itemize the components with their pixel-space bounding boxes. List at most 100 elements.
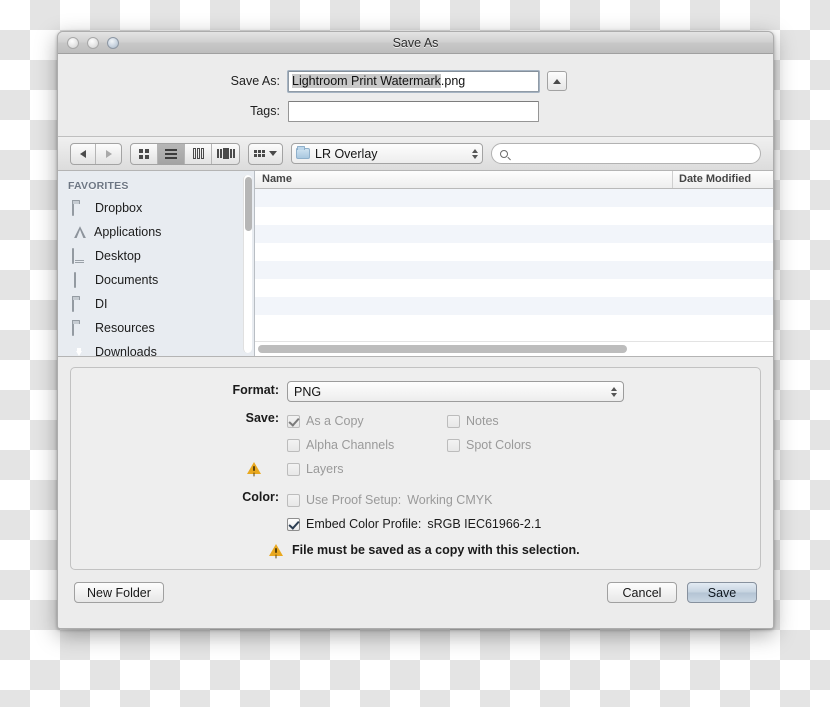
column-header-name[interactable]: Name xyxy=(255,171,673,188)
checkbox-label: As a Copy xyxy=(306,414,364,428)
stepper-arrows-icon xyxy=(611,386,617,397)
checkbox-label: Notes xyxy=(466,414,499,428)
location-popup-button[interactable]: LR Overlay xyxy=(291,143,483,164)
filename-extension-text: .png xyxy=(440,74,466,88)
arrange-grid-icon xyxy=(254,150,265,157)
coverflow-view-button[interactable] xyxy=(212,144,239,164)
file-list-horizontal-scrollbar[interactable] xyxy=(255,341,773,356)
columns-icon xyxy=(192,148,204,159)
checkbox-spot-colors[interactable]: Spot Colors xyxy=(447,433,607,457)
sidebar-item-resources[interactable]: Resources xyxy=(58,316,254,340)
checkbox-box xyxy=(447,438,460,452)
location-label: LR Overlay xyxy=(315,146,378,161)
file-list-scrollbar-thumb[interactable] xyxy=(258,345,627,353)
folder-icon xyxy=(72,200,88,216)
chevron-right-icon xyxy=(105,149,112,158)
color-label: Color: xyxy=(242,490,279,504)
save-options-label: Save: xyxy=(245,411,279,425)
checkbox-notes[interactable]: Notes xyxy=(447,409,607,433)
embed-profile-value: sRGB IEC61966-2.1 xyxy=(427,517,542,531)
checkbox-label: Layers xyxy=(306,462,344,476)
checkbox-alpha-channels[interactable]: Alpha Channels xyxy=(287,433,447,457)
sidebar-scrollbar-thumb[interactable] xyxy=(245,177,252,231)
format-label: Format: xyxy=(232,383,279,397)
save-options-wrapper: Format: PNG Save: As a Copy Alpha Channe… xyxy=(58,357,773,570)
search-field[interactable] xyxy=(491,143,761,164)
checkbox-layers[interactable]: Layers xyxy=(247,457,760,481)
checkbox-label: Spot Colors xyxy=(466,438,532,452)
copy-warning-message: File must be saved as a copy with this s… xyxy=(292,543,580,557)
sidebar-item-desktop[interactable]: Desktop xyxy=(58,244,254,268)
zoom-button[interactable] xyxy=(107,37,119,49)
back-button[interactable] xyxy=(71,143,96,164)
tags-input[interactable] xyxy=(288,100,539,122)
save-button[interactable]: Save xyxy=(687,582,757,603)
sidebar-item-downloads[interactable]: Downloads xyxy=(58,340,254,356)
color-options-row: Color: Use Proof Setup: Working CMYK Emb… xyxy=(71,488,760,536)
proof-setup-label: Use Proof Setup: xyxy=(306,493,402,507)
browser-toolbar: LR Overlay xyxy=(58,137,773,171)
new-folder-button[interactable]: New Folder xyxy=(74,582,164,603)
grid-icon xyxy=(139,148,149,159)
cancel-button[interactable]: Cancel xyxy=(607,582,677,603)
checkbox-label: Alpha Channels xyxy=(306,438,395,452)
checkbox-box xyxy=(287,438,300,452)
sidebar-item-di[interactable]: DI xyxy=(58,292,254,316)
search-icon xyxy=(500,149,508,158)
column-header-date-modified[interactable]: Date Modified xyxy=(673,171,773,188)
checkbox-box xyxy=(287,517,300,531)
table-row xyxy=(255,261,773,279)
chevron-down-icon xyxy=(269,151,277,156)
view-mode-buttons xyxy=(130,142,240,165)
file-list: Name Date Modified xyxy=(255,171,773,356)
arrange-button[interactable] xyxy=(248,142,283,165)
column-view-button[interactable] xyxy=(185,143,212,164)
warning-triangle-icon xyxy=(247,462,261,474)
stepper-arrows-icon xyxy=(472,148,478,159)
window-controls xyxy=(67,37,119,49)
table-row xyxy=(255,243,773,261)
save-options-row: Save: As a Copy Alpha Channels Notes Spo… xyxy=(71,409,760,481)
checkbox-box xyxy=(447,414,460,428)
checkbox-as-a-copy[interactable]: As a Copy xyxy=(287,409,447,433)
list-icon xyxy=(165,148,177,159)
transparency-checkerboard-background: Save As Save As: Lightroom Print Waterma… xyxy=(0,0,830,707)
proof-setup-value: Working CMYK xyxy=(407,493,493,507)
icon-view-button[interactable] xyxy=(131,143,158,164)
checkbox-embed-color-profile[interactable]: Embed Color Profile: sRGB IEC61966-2.1 xyxy=(287,512,760,536)
save-options-panel: Format: PNG Save: As a Copy Alpha Channe… xyxy=(70,367,761,570)
save-as-row: Save As: Lightroom Print Watermark .png xyxy=(58,69,773,93)
tags-label: Tags: xyxy=(250,104,280,118)
sidebar-item-label: Applications xyxy=(94,225,162,239)
search-input[interactable] xyxy=(513,146,752,161)
sidebar-item-label: DI xyxy=(95,297,108,311)
table-row xyxy=(255,315,773,333)
table-row xyxy=(255,189,773,207)
sidebar-item-documents[interactable]: Documents xyxy=(58,268,254,292)
table-row xyxy=(255,207,773,225)
documents-icon xyxy=(72,272,88,288)
list-view-button[interactable] xyxy=(158,143,185,164)
folder-icon xyxy=(72,296,88,312)
sidebar-item-dropbox[interactable]: Dropbox xyxy=(58,196,254,220)
checkbox-use-proof-setup[interactable]: Use Proof Setup: Working CMYK xyxy=(287,488,760,512)
format-select[interactable]: PNG xyxy=(287,381,624,402)
checkbox-box xyxy=(287,414,300,428)
collapse-disclosure-button[interactable] xyxy=(547,71,567,91)
dialog-button-bar: New Folder Cancel Save xyxy=(58,570,773,617)
minimize-button[interactable] xyxy=(87,37,99,49)
sidebar-item-label: Documents xyxy=(95,273,159,287)
copy-warning-message-row: File must be saved as a copy with this s… xyxy=(71,543,760,557)
filename-selected-text: Lightroom Print Watermark xyxy=(292,74,441,88)
forward-button[interactable] xyxy=(96,144,121,164)
triangle-up-icon xyxy=(553,78,561,84)
close-button[interactable] xyxy=(67,37,79,49)
format-value: PNG xyxy=(294,384,322,399)
save-checkbox-grid: As a Copy Alpha Channels Notes Spot Colo… xyxy=(287,409,760,457)
sidebar-scrollbar[interactable] xyxy=(243,175,252,353)
filename-input[interactable]: Lightroom Print Watermark .png xyxy=(287,69,540,93)
sidebar-item-applications[interactable]: Applications xyxy=(58,220,254,244)
sidebar: FAVORITES Dropbox Applications Desktop D… xyxy=(58,171,255,356)
checkbox-box xyxy=(287,462,300,476)
save-as-dialog: Save As Save As: Lightroom Print Waterma… xyxy=(57,31,774,629)
